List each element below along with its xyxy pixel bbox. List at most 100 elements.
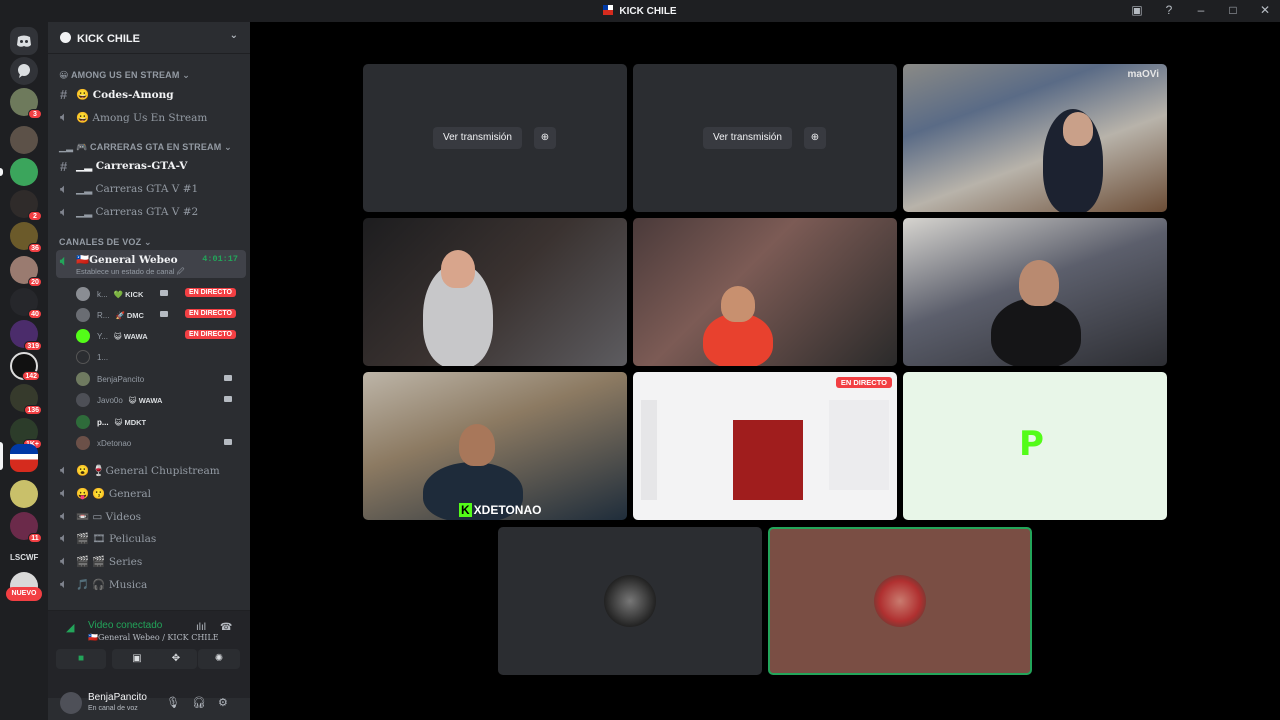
signal-strength-icon[interactable]: ◢ <box>66 621 74 634</box>
voice-user[interactable]: k... 💚 KICK EN DIRECTO <box>76 285 240 303</box>
text-channel-icon: # <box>60 86 68 102</box>
minimize-icon[interactable]: – <box>1194 3 1208 17</box>
discord-home-icon[interactable] <box>10 27 38 55</box>
close-icon[interactable]: ✕ <box>1258 3 1272 17</box>
activities-button[interactable]: ✥ <box>155 649 197 669</box>
video-tile[interactable]: maOVi <box>903 64 1167 212</box>
speaker-icon: 🔈︎ <box>60 253 68 268</box>
video-tile[interactable] <box>633 218 897 366</box>
participant-video <box>441 250 475 288</box>
soundboard-button[interactable]: ✺ <box>198 649 240 669</box>
shared-screen <box>641 380 889 512</box>
participant-video <box>1019 260 1059 306</box>
kick-chile-server-icon[interactable] <box>10 444 38 472</box>
channel-general-webeo[interactable]: 🔈︎ 🇨🇱General Webeo 4:01:17 Establece un e… <box>56 250 246 278</box>
channel-general-chupistream[interactable]: 🔈︎ 😮 🍷General Chupistream <box>56 460 246 480</box>
headphones-icon[interactable]: 🎧︎ <box>192 696 206 709</box>
avatar[interactable] <box>60 692 82 714</box>
channel-sidebar: KICK CHILE ⌄ 😀 AMONG US EN STREAM ⌄ # 😀 C… <box>48 22 250 720</box>
username[interactable]: BenjaPancito <box>88 692 147 703</box>
server-icon[interactable] <box>10 480 38 508</box>
channel-videos[interactable]: 🔈︎ 📼 ▭ Videos <box>56 506 246 526</box>
maximize-icon[interactable]: □ <box>1226 3 1240 17</box>
server-icon[interactable]: 36 <box>10 222 42 253</box>
voice-channel-name[interactable]: 🇨🇱General Webeo / KICK CHILE <box>88 633 219 642</box>
participant-video <box>1063 112 1093 146</box>
speaker-icon: 🔈︎ <box>60 204 68 219</box>
voice-user[interactable]: p... 😺 MDKT <box>76 413 240 431</box>
channel-carreras-gta-v[interactable]: # ▁▂ Carreras-GTA-V <box>56 156 246 176</box>
stream-preview-icon[interactable]: ⊕ <box>804 127 826 149</box>
participant-video <box>721 286 755 322</box>
category-among-us[interactable]: 😀 AMONG US EN STREAM ⌄ <box>59 70 190 81</box>
voice-user[interactable]: R... 🚀 DMC EN DIRECTO <box>76 306 240 324</box>
server-icon[interactable]: 11 <box>10 512 42 543</box>
server-icon[interactable]: 136 <box>10 384 42 415</box>
stream-tile[interactable]: Ver transmisión ⊕ <box>633 64 897 212</box>
microphone-icon[interactable]: 🎙︎ <box>166 696 180 709</box>
user-panel: BenjaPancito En canal de voz 🎙︎ 🎧︎ ⚙ <box>48 692 250 720</box>
screen-share-tile[interactable]: EN DIRECTO <box>633 372 897 520</box>
voice-user[interactable]: BenjaPancito <box>76 370 240 388</box>
server-icon[interactable]: 1K+ <box>10 418 42 449</box>
channel-carreras-gta-1[interactable]: 🔈︎ ▁▂ Carreras GTA V #1 <box>56 179 246 199</box>
server-unread-pill <box>0 168 3 176</box>
server-icon[interactable]: 2 <box>10 190 42 221</box>
category-carreras-gta[interactable]: ▁▂ 🎮 CARRERAS GTA EN STREAM ⌄ <box>59 142 232 153</box>
server-icon[interactable] <box>10 126 38 154</box>
gear-icon[interactable]: ⚙ <box>218 696 228 709</box>
server-icon[interactable]: LSCWF <box>10 544 38 572</box>
server-header[interactable]: KICK CHILE ⌄ <box>48 22 250 54</box>
server-icon[interactable]: 3 <box>10 88 42 119</box>
voice-connection-panel: ◢ Video conectado 🇨🇱General Webeo / KICK… <box>48 610 250 698</box>
channel-codes-among[interactable]: # 😀 Codes-Among <box>56 84 246 104</box>
participant-tile-speaking[interactable] <box>768 527 1032 675</box>
participant-video <box>459 424 495 466</box>
video-tile[interactable]: P <box>903 372 1167 520</box>
channel-general[interactable]: 🔈︎ 😛 😗 General <box>56 483 246 503</box>
chile-flag-icon <box>603 5 614 15</box>
window-title: KICK CHILE <box>0 5 1280 17</box>
speaker-icon: 🔈︎ <box>60 508 68 523</box>
voice-user[interactable]: Javo0o 😺 WAWA <box>76 391 240 409</box>
stream-tile[interactable]: Ver transmisión ⊕ <box>363 64 627 212</box>
direct-messages-icon[interactable] <box>10 57 38 85</box>
disconnect-icon[interactable]: ☎ <box>220 622 232 633</box>
server-icon[interactable]: 319 <box>10 320 42 351</box>
speaker-icon: 🔈︎ <box>60 530 68 545</box>
stream-preview-icon[interactable]: ⊕ <box>534 127 556 149</box>
video-tile[interactable]: K XDETONAO <box>363 372 627 520</box>
voice-user[interactable]: Y... 😺 WAWA EN DIRECTO <box>76 327 240 345</box>
new-badge: NUEVO <box>6 587 42 601</box>
inbox-icon[interactable]: ▣ <box>1130 3 1144 17</box>
server-icon[interactable]: 20 <box>10 256 42 287</box>
channel-series[interactable]: 🔈︎ 🎬 🎬 Series <box>56 551 246 571</box>
video-tile[interactable] <box>903 218 1167 366</box>
camera-icon <box>160 290 168 296</box>
noise-suppression-icon[interactable]: ılıl <box>196 622 206 633</box>
live-badge: EN DIRECTO <box>184 288 236 297</box>
video-tile[interactable] <box>363 218 627 366</box>
watch-stream-button[interactable]: Ver transmisión <box>433 127 522 149</box>
channel-status-prompt[interactable]: Establece un estado de canal 🖉 <box>76 266 184 279</box>
speaker-icon: 🔈︎ <box>60 181 68 196</box>
speaker-icon: 🔈︎ <box>60 462 68 477</box>
participant-video <box>991 298 1081 366</box>
watch-stream-button[interactable]: Ver transmisión <box>703 127 792 149</box>
channel-peliculas[interactable]: 🔈︎ 🎬 🎞 Peliculas <box>56 528 246 548</box>
camera-toggle-button[interactable]: ■ <box>56 649 106 669</box>
channel-among-us-stream[interactable]: 🔈︎ 😀 Among Us En Stream <box>56 107 246 127</box>
channel-carreras-gta-2[interactable]: 🔈︎ ▁▂ Carreras GTA V #2 <box>56 202 246 222</box>
server-icon[interactable]: 142 <box>10 352 40 381</box>
channel-musica[interactable]: 🔈︎ 🎵 🎧 Musica <box>56 574 246 594</box>
voice-user[interactable]: 1... <box>76 348 240 366</box>
voice-user[interactable]: xDetonao <box>76 434 240 452</box>
speaker-icon: 🔈︎ <box>60 109 68 124</box>
server-icon[interactable] <box>10 158 38 186</box>
participant-tile[interactable] <box>498 527 762 675</box>
category-canales-de-voz[interactable]: CANALES DE VOZ ⌄ <box>59 237 152 248</box>
camera-icon <box>224 439 232 445</box>
help-icon[interactable]: ? <box>1162 3 1176 17</box>
server-icon[interactable]: 40 <box>10 288 42 319</box>
avatar <box>604 575 656 627</box>
